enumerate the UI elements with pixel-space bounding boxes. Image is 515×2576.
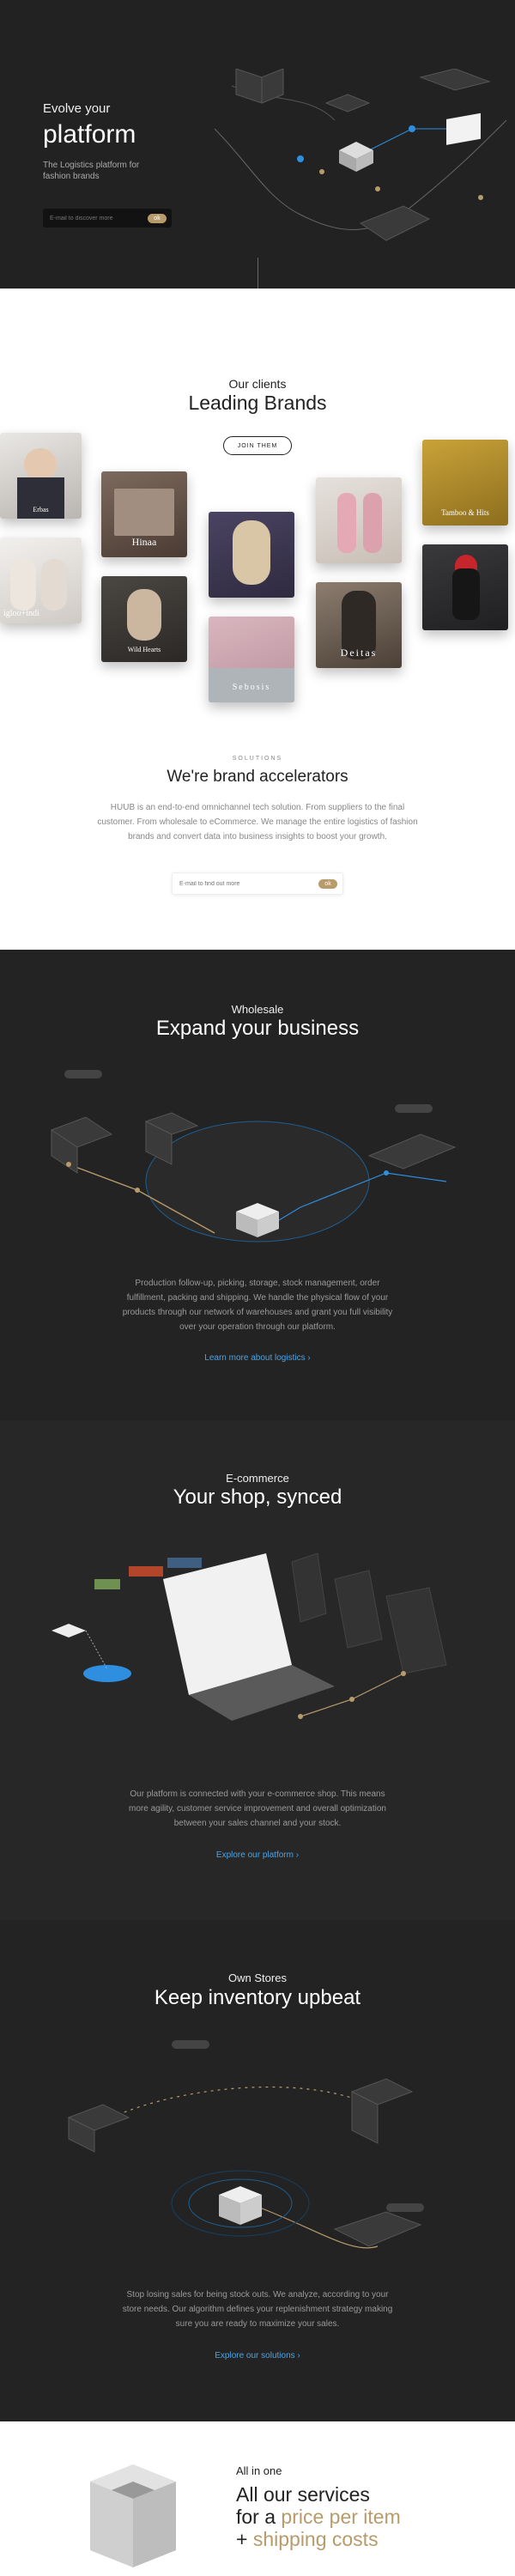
wholesale-illustration — [50, 1070, 457, 1242]
shipping-costs-highlight: shipping costs — [252, 2528, 379, 2550]
wholesale-title: Expand your business — [155, 1017, 360, 1040]
box-illustration — [90, 2464, 176, 2567]
price-per-item-highlight: price per item — [281, 2506, 401, 2528]
wholesale-learn-more-link[interactable]: Learn more about logistics › — [0, 1353, 515, 1363]
all-in-one-section: All in one All our services for a price … — [0, 2421, 515, 2576]
brand-label: Wild Hearts — [127, 646, 161, 653]
stores-title: Keep inventory upbeat — [154, 1986, 361, 2009]
all-in-one-line-3: + shipping costs — [236, 2528, 379, 2550]
solutions-email-form: ok — [172, 872, 343, 895]
hero-title: platform — [43, 120, 136, 149]
brand-label: Sebosis — [232, 683, 271, 692]
brand-card-deitas[interactable]: Deitas — [316, 582, 402, 668]
clients-eyebrow: Our clients — [228, 377, 287, 391]
solutions-tag: SOLUTIONS — [232, 756, 283, 762]
wholesale-section: Wholesale Expand your business Productio… — [0, 950, 515, 1420]
brand-card-hinaa[interactable]: Hinaa — [101, 471, 187, 557]
stores-illustration — [67, 2040, 424, 2249]
brand-card-floral[interactable]: Sebosis — [209, 617, 294, 702]
stores-text: Stop losing sales for being stock outs. … — [122, 2290, 393, 2329]
brand-label: Erbas — [33, 506, 49, 513]
wholesale-text: Production follow-up, picking, storage, … — [122, 1279, 393, 1332]
brand-card-sebosis[interactable] — [209, 512, 294, 598]
solutions-email-input[interactable] — [173, 880, 318, 887]
ecommerce-explore-link[interactable]: Explore our platform › — [0, 1850, 515, 1860]
ecommerce-section: E-commerce Your shop, synced Our platfor… — [0, 1420, 515, 1920]
ecommerce-illustration — [52, 1552, 447, 1721]
ecommerce-text: Our platform is connected with your e-co… — [129, 1789, 386, 1828]
brand-card-girls[interactable] — [316, 477, 402, 563]
brand-label: Deitas — [340, 647, 378, 659]
all-in-one-line-1: All our services — [236, 2483, 370, 2506]
ecommerce-subtitle: E-commerce — [226, 1472, 289, 1485]
brand-card-red-hat[interactable] — [422, 544, 508, 630]
hero-eyebrow: Evolve your — [43, 101, 111, 116]
all-in-one-line-2: for a price per item — [236, 2506, 401, 2528]
hero-email-form: ok — [43, 209, 172, 228]
wholesale-subtitle: Wholesale — [231, 1003, 284, 1016]
stores-explore-link[interactable]: Explore our solutions › — [0, 2351, 515, 2360]
hero-section: Evolve your platform The Logistics platf… — [0, 0, 515, 289]
clients-section: Our clients Leading Brands JOIN THEM Erb… — [0, 289, 515, 950]
stores-subtitle: Own Stores — [228, 1971, 287, 1984]
brand-label: igloo+indi — [3, 609, 39, 618]
hero-ok-button[interactable]: ok — [148, 213, 167, 223]
solutions-text: HUUB is an end-to-end omnichannel tech s… — [97, 803, 418, 841]
brand-label: Tamboo & Hits — [441, 508, 489, 517]
child-photo — [24, 448, 57, 481]
ecommerce-title: Your shop, synced — [173, 1485, 342, 1509]
clients-title: Leading Brands — [188, 392, 327, 414]
hero-email-input[interactable] — [43, 215, 148, 222]
stores-section: Own Stores Keep inventory upbeat Stop lo… — [0, 1920, 515, 2421]
solutions-ok-button[interactable]: ok — [318, 878, 337, 889]
hero-network-illustration — [214, 69, 507, 241]
brand-label: Hinaa — [131, 536, 157, 548]
brand-card-tamboo[interactable]: Tamboo & Hits — [422, 440, 508, 526]
join-them-button[interactable]: JOIN THEM — [223, 436, 292, 455]
solutions-title: We're brand accelerators — [167, 768, 348, 786]
all-in-one-eyebrow: All in one — [236, 2464, 282, 2477]
brand-card-wild-hearts[interactable]: Wild Hearts — [101, 576, 187, 662]
brand-card-erbas[interactable]: Erbas — [0, 433, 82, 519]
hero-subtitle: The Logistics platform for fashion brand… — [43, 161, 140, 181]
brand-card-igloo-indi[interactable]: igloo+indi — [0, 538, 82, 623]
